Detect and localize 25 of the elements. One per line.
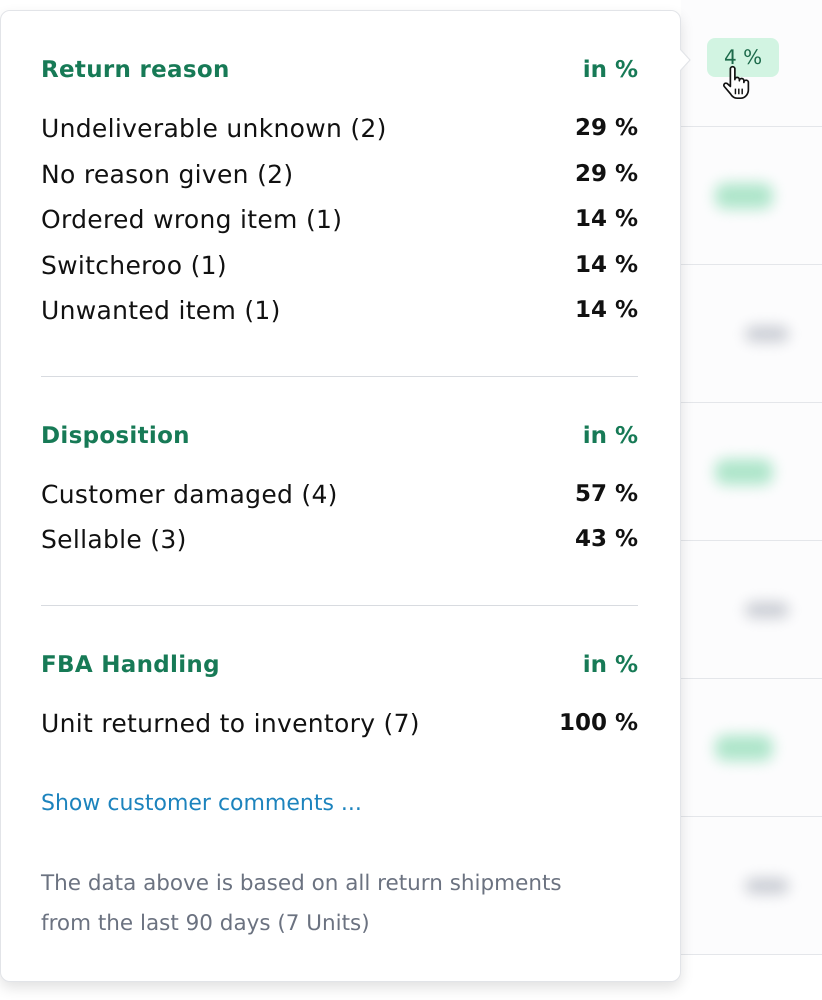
category-label: Customer damaged (4) bbox=[41, 478, 338, 510]
percentage-value: 14 % bbox=[574, 205, 638, 234]
category-label: Unit returned to inventory (7) bbox=[41, 708, 420, 740]
footnote-text: The data above is based on all return shipments from the last 90 days (7 Units) bbox=[41, 870, 563, 938]
unit-label: in % bbox=[582, 422, 638, 450]
category-label: Ordered wrong item (1) bbox=[41, 204, 342, 236]
unit-label: in % bbox=[582, 650, 638, 680]
percentage-value: 43 % bbox=[574, 525, 638, 554]
category-label: Sellable (3) bbox=[41, 524, 187, 556]
unit-label: in % bbox=[582, 56, 638, 85]
percentage-value: 29 % bbox=[574, 114, 638, 143]
section-title: Return reason bbox=[41, 56, 230, 85]
percentage-value: 100 % bbox=[558, 708, 638, 738]
percentage-badge[interactable]: 4 % bbox=[707, 38, 780, 77]
percentage-value: 14 % bbox=[574, 250, 638, 280]
show-comments-link[interactable]: Show customer comments ... bbox=[41, 781, 362, 826]
category-label: Undeliverable unknown (2) bbox=[41, 113, 387, 145]
percentage-value: 14 % bbox=[574, 296, 638, 325]
section-title: Disposition bbox=[41, 422, 190, 450]
percentage-value: 57 % bbox=[574, 480, 638, 508]
section-title: FBA Handling bbox=[41, 650, 220, 680]
category-label: Unwanted item (1) bbox=[41, 295, 281, 327]
category-label: Switcheroo (1) bbox=[41, 250, 227, 282]
percentage-value: 29 % bbox=[574, 160, 638, 188]
category-label: No reason given (2) bbox=[41, 158, 294, 190]
